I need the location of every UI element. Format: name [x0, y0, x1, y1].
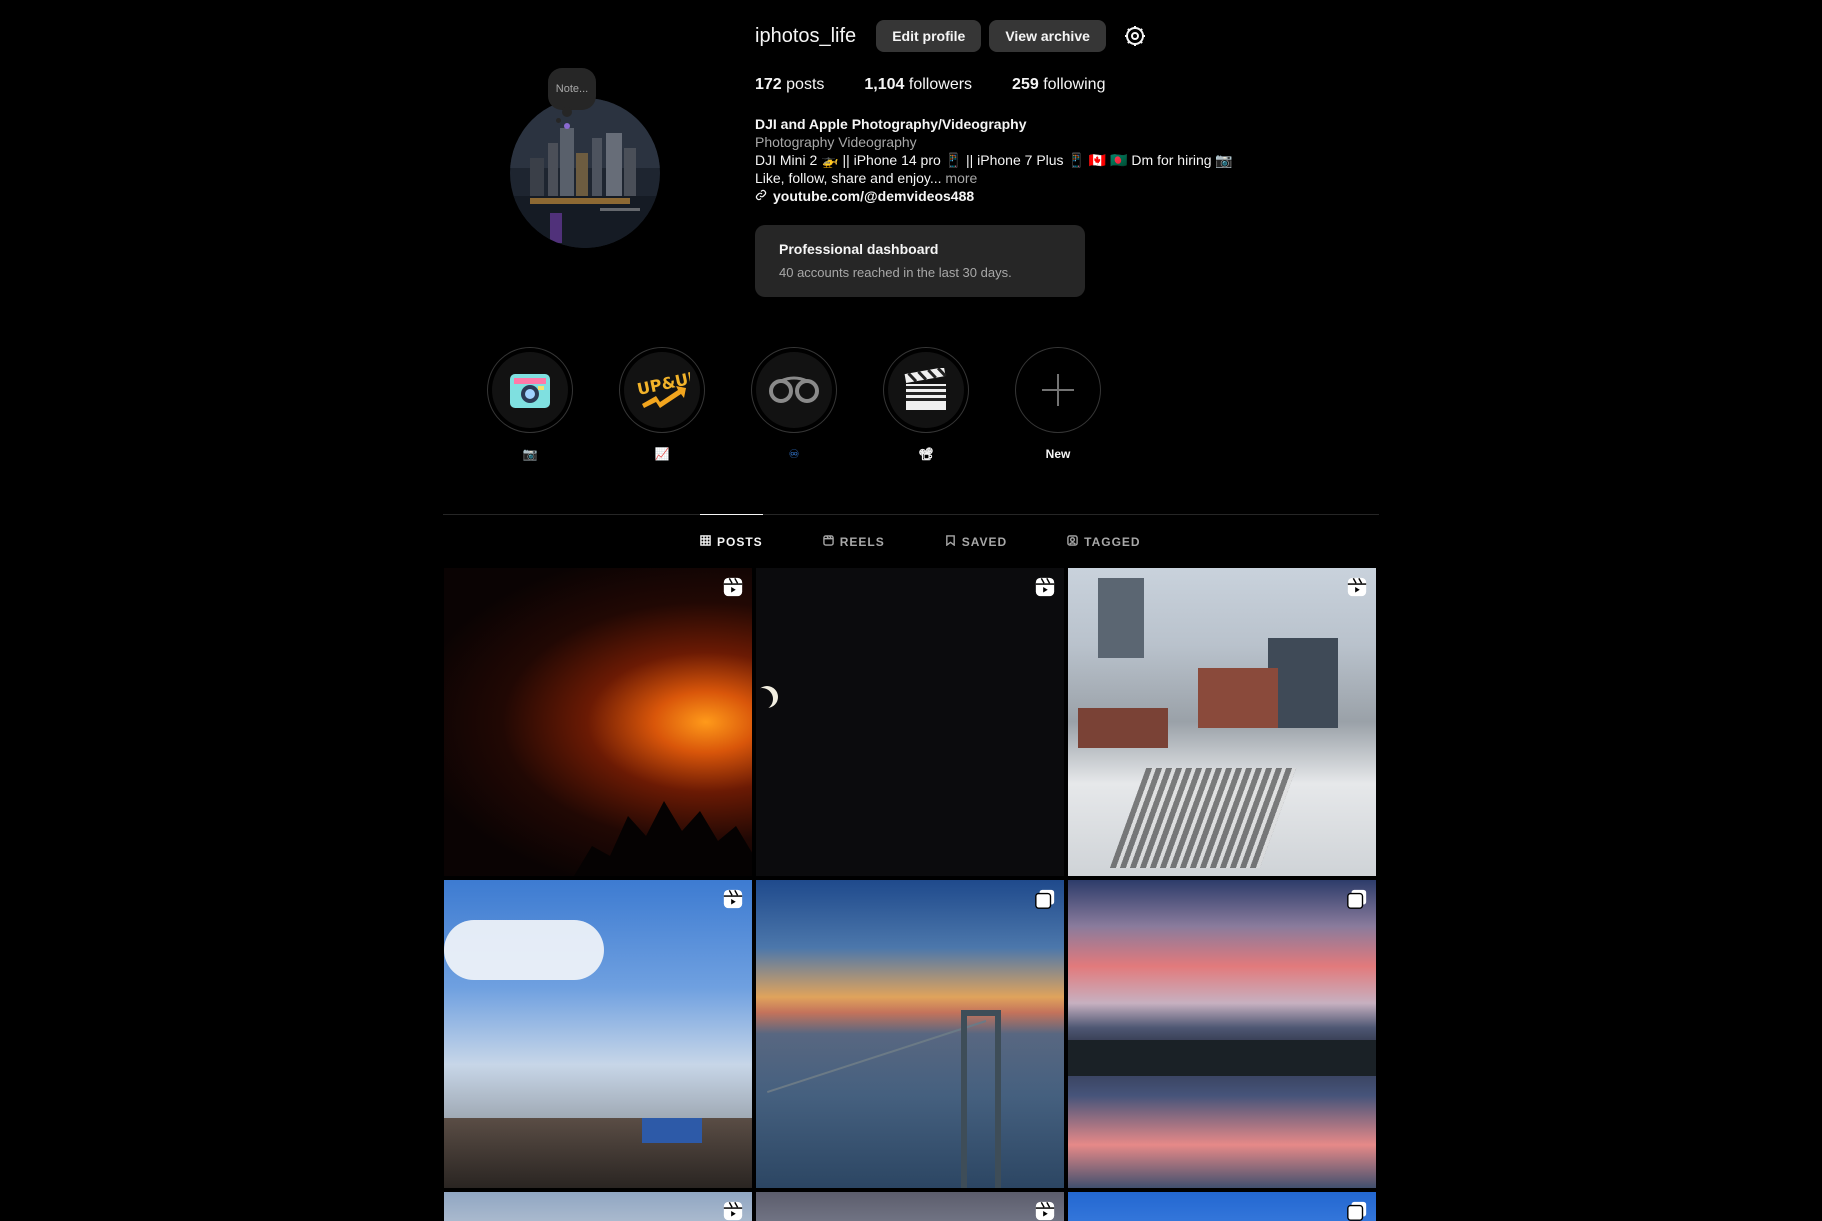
tab-posts[interactable]: POSTS: [700, 514, 763, 570]
highlight-ring: [883, 347, 969, 433]
posts-label: posts: [786, 76, 825, 93]
profile-stats: 172 posts 1,104 followers 259 following: [755, 76, 1105, 94]
reel-icon: [1347, 577, 1367, 597]
posts-grid: [444, 568, 1376, 1221]
bio-line-1: DJI Mini 2 🚁 || iPhone 14 pro 📱 || iPhon…: [755, 152, 1233, 168]
post-tile[interactable]: [756, 568, 1064, 876]
bio-category: Photography Videography: [755, 134, 917, 150]
tab-label: POSTS: [717, 535, 763, 549]
post-image-detail: [1078, 708, 1168, 748]
post-image-detail: [766, 1020, 987, 1094]
followers-stat[interactable]: 1,104 followers: [864, 76, 972, 94]
post-image-detail: [1268, 638, 1338, 728]
followers-count: 1,104: [864, 76, 905, 93]
note-bubble[interactable]: Note...: [548, 68, 596, 123]
post-tile[interactable]: [1068, 568, 1376, 876]
followers-label: followers: [908, 76, 973, 93]
tab-label: TAGGED: [1084, 535, 1141, 549]
highlight-item[interactable]: UP&UP 📈: [619, 347, 705, 463]
post-tile[interactable]: [1068, 880, 1376, 1188]
story-highlights: 📷 UP&UP 📈 ♾ 📽 New: [487, 347, 1101, 463]
professional-dashboard-card[interactable]: Professional dashboard 40 accounts reach…: [755, 225, 1085, 297]
carousel-icon: [1347, 1201, 1367, 1221]
settings-gear-icon[interactable]: [1122, 23, 1148, 49]
carousel-icon: [1035, 889, 1055, 909]
tab-label: REELS: [839, 535, 885, 549]
reels-icon: [822, 535, 834, 549]
post-image-detail: [574, 801, 752, 876]
post-tile[interactable]: [1068, 1192, 1376, 1221]
post-image-detail: [1098, 578, 1144, 658]
highlight-label: 📽: [918, 447, 934, 461]
tab-label: SAVED: [961, 535, 1008, 549]
highlight-item[interactable]: 📷: [487, 347, 573, 463]
reel-icon: [1035, 577, 1055, 597]
posts-count: 172: [755, 76, 782, 93]
bio-name: DJI and Apple Photography/Videography: [755, 116, 1027, 132]
post-image-detail: [444, 920, 604, 980]
post-image-detail: [444, 1118, 752, 1188]
clapperboard-icon: [888, 352, 964, 428]
tab-tagged[interactable]: TAGGED: [1067, 514, 1140, 570]
bio-link[interactable]: youtube.com/@demvideos488: [755, 187, 1233, 205]
reel-icon: [723, 889, 743, 909]
avatar-container: [510, 98, 660, 248]
bio-line-2: Like, follow, share and enjoy... more: [755, 169, 1233, 187]
reel-icon: [1035, 1201, 1055, 1221]
highlight-ring: [487, 347, 573, 433]
highlight-ring: [751, 347, 837, 433]
username: iphotos_life: [755, 24, 857, 47]
profile-header: Note... iphotos_life Edit profile View a…: [440, 0, 1390, 320]
bio: DJI and Apple Photography/Videography Ph…: [755, 115, 1233, 205]
following-label: following: [1043, 76, 1106, 93]
following-stat[interactable]: 259 following: [1012, 76, 1105, 94]
highlight-item[interactable]: 📽: [883, 347, 969, 463]
post-tile[interactable]: [756, 880, 1064, 1188]
post-image-detail: [756, 686, 778, 708]
bookmark-icon: [945, 535, 956, 549]
polaroid-camera-icon: [492, 352, 568, 428]
highlight-label: 📈: [654, 447, 670, 461]
highlight-label: New: [1045, 447, 1071, 461]
post-image-detail: [1109, 768, 1297, 868]
dashboard-title: Professional dashboard: [779, 241, 939, 257]
reel-icon: [723, 1201, 743, 1221]
bio-more-link[interactable]: more: [945, 170, 977, 186]
plus-icon: [1020, 352, 1096, 428]
reel-icon: [723, 577, 743, 597]
post-tile[interactable]: [444, 1192, 752, 1221]
carousel-icon: [1347, 889, 1367, 909]
tab-reels[interactable]: REELS: [822, 514, 885, 570]
following-count: 259: [1012, 76, 1039, 93]
post-image-detail: [1068, 1040, 1376, 1076]
bio-line-2-text: Like, follow, share and enjoy...: [755, 170, 946, 186]
posts-stat: 172 posts: [755, 76, 824, 94]
post-tile[interactable]: [756, 1192, 1064, 1221]
edit-profile-button[interactable]: Edit profile: [876, 20, 982, 52]
highlight-ring: [1015, 347, 1101, 433]
post-image-detail: [1198, 668, 1278, 728]
view-archive-button[interactable]: View archive: [989, 20, 1106, 52]
dashboard-subtitle: 40 accounts reached in the last 30 days.: [779, 265, 1012, 280]
infinity-icon: [756, 352, 832, 428]
highlight-ring: UP&UP: [619, 347, 705, 433]
highlight-item[interactable]: ♾: [751, 347, 837, 463]
tab-saved[interactable]: SAVED: [945, 514, 1007, 570]
post-image-detail: [642, 1118, 702, 1143]
post-tile[interactable]: [444, 880, 752, 1188]
post-tile[interactable]: [444, 568, 752, 876]
avatar[interactable]: [510, 98, 660, 248]
grid-icon: [700, 535, 711, 549]
highlight-label: 📷: [522, 447, 538, 461]
up-and-up-icon: UP&UP: [624, 352, 700, 428]
profile-actions-row: iphotos_life Edit profile View archive: [755, 20, 1148, 52]
highlight-label: ♾: [788, 447, 800, 461]
bio-link-text: youtube.com/@demvideos488: [773, 188, 975, 204]
tagged-icon: [1067, 535, 1078, 549]
post-image-detail: [961, 1010, 1001, 1188]
new-highlight-button[interactable]: New: [1015, 347, 1101, 463]
profile-tabs: POSTS REELS SAVED TAGGED: [700, 514, 1141, 570]
link-icon: [755, 187, 767, 205]
